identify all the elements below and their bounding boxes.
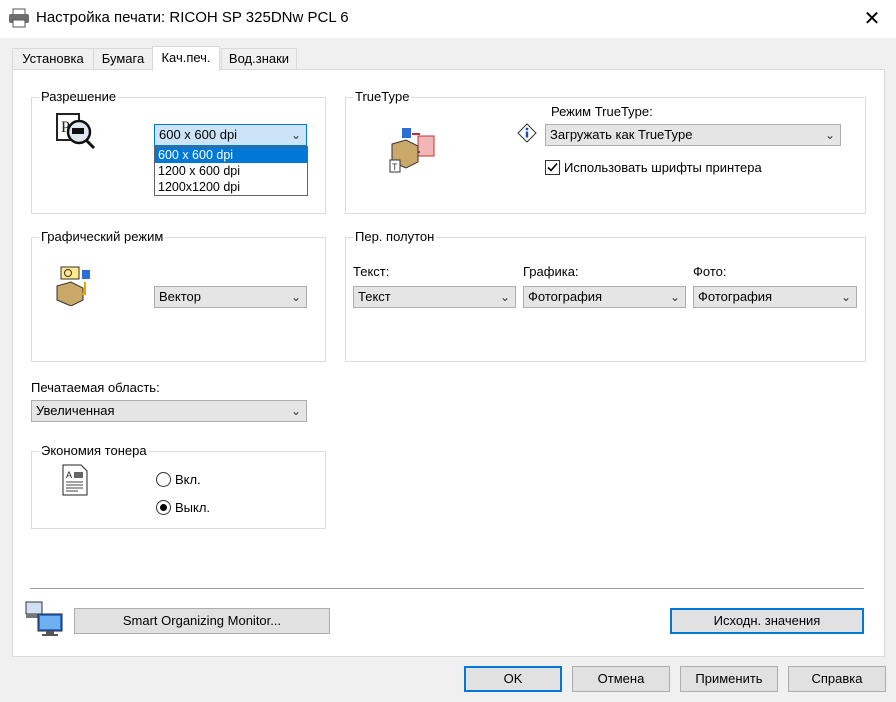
halftone-text-select[interactable]: Текст ⌄ <box>353 286 516 308</box>
truetype-font-icon: T <box>389 128 435 173</box>
truetype-group-label: TrueType <box>353 89 412 104</box>
chevron-down-icon: ⌄ <box>840 290 851 304</box>
apply-button[interactable]: Применить <box>680 666 778 692</box>
use-printer-fonts-label: Использовать шрифты принтера <box>564 160 762 175</box>
halftone-graphics-value: Фотография <box>528 289 603 304</box>
toner-saving-on-label: Вкл. <box>175 472 201 487</box>
svg-text:T: T <box>392 162 398 172</box>
tab-paper[interactable]: Бумага <box>93 48 153 69</box>
print-area-label: Печатаемая область: <box>31 380 160 395</box>
svg-text:A: A <box>66 470 72 480</box>
toner-saving-group-label: Экономия тонера <box>39 443 149 458</box>
halftone-photo-value: Фотография <box>698 289 773 304</box>
chevron-down-icon: ⌄ <box>669 290 680 304</box>
restore-defaults-button[interactable]: Исходн. значения <box>670 608 864 634</box>
monitor-icon <box>25 601 63 636</box>
graphics-mode-value: Вектор <box>159 289 202 304</box>
close-icon[interactable]: ✕ <box>858 6 886 32</box>
resolution-dropdown-list: 600 x 600 dpi 1200 x 600 dpi 1200x1200 d… <box>154 146 308 196</box>
graphics-mode-group-label: Графический режим <box>39 229 166 244</box>
window-title: Настройка печати: RICOH SP 325DNw PCL 6 <box>36 9 349 26</box>
chevron-down-icon: ⌄ <box>290 128 301 142</box>
chevron-down-icon: ⌄ <box>824 128 835 142</box>
use-printer-fonts-checkbox[interactable] <box>545 160 560 175</box>
tab-print-quality[interactable]: Кач.печ. <box>152 46 220 71</box>
document-icon: A <box>62 464 88 496</box>
resolution-select-value: 600 x 600 dpi <box>159 127 238 142</box>
resolution-option[interactable]: 1200x1200 dpi <box>155 179 307 195</box>
chevron-down-icon: ⌄ <box>499 290 510 304</box>
resolution-icon: P <box>56 113 96 150</box>
chevron-down-icon: ⌄ <box>290 290 301 304</box>
resolution-option[interactable]: 600 x 600 dpi <box>155 147 307 163</box>
print-area-value: Увеличенная <box>36 403 115 418</box>
toner-saving-off-label: Выкл. <box>175 500 211 515</box>
halftone-photo-select[interactable]: Фотография ⌄ <box>693 286 857 308</box>
resolution-select[interactable]: 600 x 600 dpi ⌄ <box>154 124 307 146</box>
truetype-mode-label: Режим TrueType: <box>551 104 653 119</box>
resolution-option[interactable]: 1200 x 600 dpi <box>155 163 307 179</box>
tab-setup[interactable]: Установка <box>12 48 94 69</box>
graphics-mode-select[interactable]: Вектор ⌄ <box>154 286 307 308</box>
halftone-graphics-select[interactable]: Фотография ⌄ <box>523 286 686 308</box>
toner-saving-off-radio[interactable] <box>156 500 171 515</box>
separator <box>30 588 864 589</box>
halftone-group-label: Пер. полутон <box>353 229 437 244</box>
halftone-photo-label: Фото: <box>693 264 727 279</box>
cancel-button[interactable]: Отмена <box>572 666 670 692</box>
printer-icon <box>9 8 29 28</box>
print-area-select[interactable]: Увеличенная ⌄ <box>31 400 307 422</box>
halftone-graphics-label: Графика: <box>523 264 579 279</box>
truetype-mode-value: Загружать как TrueType <box>550 127 693 142</box>
title-bar: Настройка печати: RICOH SP 325DNw PCL 6 … <box>0 0 896 38</box>
resolution-group-label: Разрешение <box>39 89 119 104</box>
tab-watermarks[interactable]: Вод.знаки <box>221 48 297 69</box>
help-button[interactable]: Справка <box>788 666 886 692</box>
halftone-text-value: Текст <box>358 289 391 304</box>
toner-saving-on-radio[interactable] <box>156 472 171 487</box>
halftone-text-label: Текст: <box>353 264 390 279</box>
smart-organizing-monitor-button[interactable]: Smart Organizing Monitor... <box>74 608 330 634</box>
ok-button[interactable]: OK <box>464 666 562 692</box>
checkmark-icon <box>547 162 558 172</box>
chevron-down-icon: ⌄ <box>290 404 301 418</box>
graphics-mode-icon <box>56 266 90 306</box>
truetype-mode-select[interactable]: Загружать как TrueType ⌄ <box>545 124 841 146</box>
info-icon <box>517 123 537 143</box>
